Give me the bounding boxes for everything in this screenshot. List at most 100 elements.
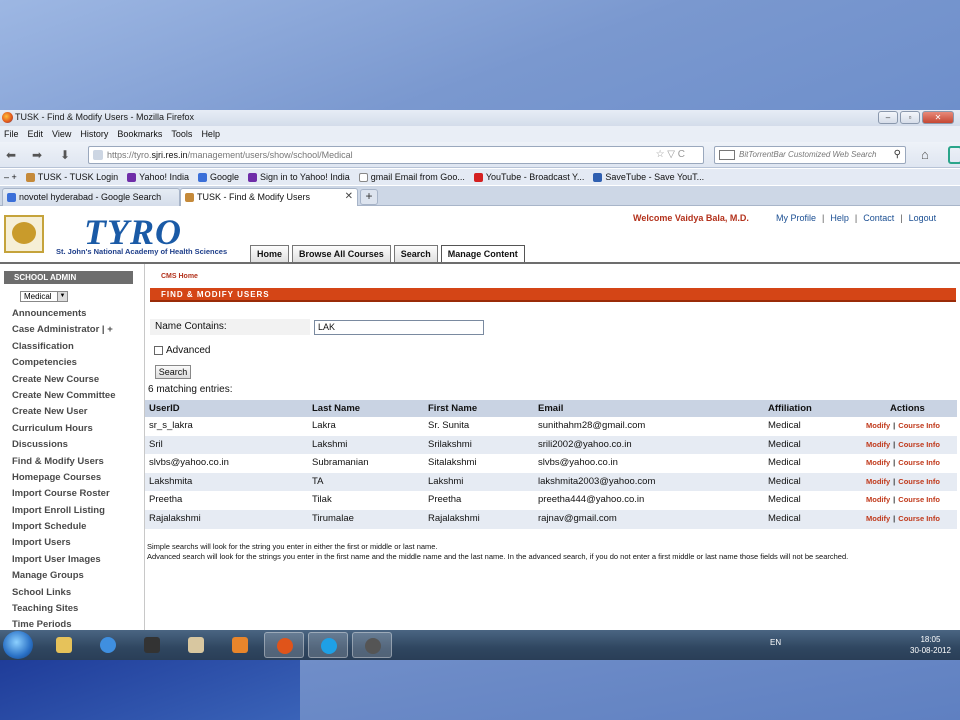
course-info-link[interactable]: Course Info xyxy=(898,421,940,430)
extension-icon[interactable] xyxy=(948,146,960,164)
system-clock[interactable]: 18:05 30-08-2012 xyxy=(910,634,951,656)
my-profile-link[interactable]: My Profile xyxy=(776,213,816,223)
sidebar-item-import-users[interactable]: Import Users xyxy=(12,535,115,551)
sidebar-item-create-new-user[interactable]: Create New User xyxy=(12,404,115,420)
close-tab-icon[interactable]: ✕ xyxy=(345,189,353,205)
url-bar[interactable]: https://tyro.sjri.res.in/management/user… xyxy=(88,146,704,164)
language-indicator[interactable]: EN xyxy=(770,638,781,647)
taskbar-ie[interactable] xyxy=(88,632,128,658)
bookmarks-menu-icon[interactable]: – + xyxy=(4,172,17,182)
taskbar-firefox[interactable] xyxy=(264,632,304,658)
sidebar-item-case-administrator[interactable]: Case Administrator | + xyxy=(12,322,115,338)
new-tab-button[interactable]: + xyxy=(360,189,378,205)
bookmark-item[interactable]: Sign in to Yahoo! India xyxy=(248,172,350,182)
name-contains-input[interactable]: LAK xyxy=(314,320,484,335)
modify-link[interactable]: Modify xyxy=(866,421,890,430)
bookmark-item[interactable]: gmail Email from Goo... xyxy=(358,172,465,182)
modify-link[interactable]: Modify xyxy=(866,477,890,486)
sidebar-item-import-enroll-listing[interactable]: Import Enroll Listing xyxy=(12,503,115,519)
menu-history[interactable]: History xyxy=(80,129,108,139)
column-header: Email xyxy=(538,403,564,414)
maximize-button[interactable]: ▫ xyxy=(900,111,920,124)
web-search-input[interactable]: BitTorrentBar Customized Web Search ⚲ xyxy=(714,146,906,164)
close-window-button[interactable]: ✕ xyxy=(922,111,954,124)
sidebar-item-create-new-committee[interactable]: Create New Committee xyxy=(12,388,115,404)
site-identity-icon[interactable] xyxy=(93,150,103,160)
home-icon[interactable]: ⌂ xyxy=(921,147,929,162)
sidebar-item-import-schedule[interactable]: Import Schedule xyxy=(12,519,115,535)
sidebar-item-import-course-roster[interactable]: Import Course Roster xyxy=(12,486,115,502)
window-title: TUSK - Find & Modify Users - Mozilla Fir… xyxy=(15,112,195,122)
sidebar-item-manage-groups[interactable]: Manage Groups xyxy=(12,568,115,584)
bookmark-item[interactable]: SaveTube - Save YouT... xyxy=(593,172,704,182)
modify-link[interactable]: Modify xyxy=(866,495,890,504)
download-icon[interactable]: ⬇ xyxy=(60,148,70,162)
taskbar-3g[interactable] xyxy=(352,632,392,658)
help-link[interactable]: Help xyxy=(830,213,849,223)
tab-find-modify-users[interactable]: TUSK - Find & Modify Users ✕ xyxy=(180,188,358,206)
nav-browse-all-courses[interactable]: Browse All Courses xyxy=(292,245,391,262)
course-info-link[interactable]: Course Info xyxy=(898,495,940,504)
search-engine-icon[interactable] xyxy=(719,150,735,160)
bookmark-item[interactable]: YouTube - Broadcast Y... xyxy=(473,172,584,182)
chevron-down-icon[interactable]: ▼ xyxy=(57,292,67,301)
modify-link[interactable]: Modify xyxy=(866,458,890,467)
bookmark-label: TUSK - TUSK Login xyxy=(37,172,119,182)
breadcrumb[interactable]: CMS Home xyxy=(161,273,198,280)
menu-tools[interactable]: Tools xyxy=(171,129,192,139)
bookmark-item[interactable]: TUSK - TUSK Login xyxy=(25,172,119,182)
nav-manage-content[interactable]: Manage Content xyxy=(440,245,525,262)
menu-file[interactable]: File xyxy=(4,129,19,139)
course-info-link[interactable]: Course Info xyxy=(898,440,940,449)
cell-affiliation: Medical xyxy=(768,438,801,450)
sidebar-item-import-user-images[interactable]: Import User Images xyxy=(12,552,115,568)
sidebar-item-find-modify-users[interactable]: Find & Modify Users xyxy=(12,454,115,470)
menu-bookmarks[interactable]: Bookmarks xyxy=(117,129,162,139)
modify-link[interactable]: Modify xyxy=(866,440,890,449)
bookmark-label: Google xyxy=(210,172,240,182)
sidebar-item-classification[interactable]: Classification xyxy=(12,339,115,355)
sidebar-item-create-new-course[interactable]: Create New Course xyxy=(12,372,115,388)
cell-last-name: Subramanian xyxy=(312,457,369,469)
menu-edit[interactable]: Edit xyxy=(28,129,44,139)
bookmark-star-icon[interactable]: ☆ ▽ C xyxy=(656,147,685,163)
menu-help[interactable]: Help xyxy=(201,129,220,139)
logout-link[interactable]: Logout xyxy=(909,213,937,223)
contact-link[interactable]: Contact xyxy=(863,213,894,223)
course-info-link[interactable]: Course Info xyxy=(898,514,940,523)
minimize-button[interactable]: – xyxy=(878,111,898,124)
sidebar-item-teaching-sites[interactable]: Teaching Sites xyxy=(12,601,115,617)
back-icon[interactable]: ⬅ xyxy=(6,148,16,162)
sidebar-item-homepage-courses[interactable]: Homepage Courses xyxy=(12,470,115,486)
taskbar-skype[interactable] xyxy=(308,632,348,658)
sidebar-item-time-periods[interactable]: Time Periods xyxy=(12,617,115,630)
course-info-link[interactable]: Course Info xyxy=(898,477,940,486)
tab-google-search[interactable]: novotel hyderabad - Google Search xyxy=(2,188,180,206)
forward-icon[interactable]: ➡ xyxy=(32,148,42,162)
sidebar-item-announcements[interactable]: Announcements xyxy=(12,306,115,322)
course-info-link[interactable]: Course Info xyxy=(898,458,940,467)
nav-search[interactable]: Search xyxy=(393,245,438,262)
sidebar-item-curriculum-hours[interactable]: Curriculum Hours xyxy=(12,421,115,437)
sidebar-item-discussions[interactable]: Discussions xyxy=(12,437,115,453)
search-icon[interactable]: ⚲ xyxy=(894,147,901,163)
taskbar-media-player[interactable] xyxy=(220,632,260,658)
advanced-checkbox[interactable] xyxy=(154,346,163,355)
start-button[interactable] xyxy=(3,631,33,659)
sidebar-item-competencies[interactable]: Competencies xyxy=(12,355,115,371)
bookmark-item[interactable]: Google xyxy=(198,172,239,182)
table-row: Sril Lakshmi Srilakshmi srili2002@yahoo.… xyxy=(145,435,957,455)
search-button[interactable]: Search xyxy=(155,365,191,379)
bookmark-item[interactable]: Yahoo! India xyxy=(127,172,189,182)
taskbar-explorer[interactable] xyxy=(44,632,84,658)
taskbar-movie-maker[interactable] xyxy=(132,632,172,658)
menu-view[interactable]: View xyxy=(52,129,71,139)
school-select[interactable]: Medical ▼ xyxy=(20,291,68,302)
navigation-toolbar: ⬅ ➡ ⬇ https://tyro.sjri.res.in/managemen… xyxy=(0,142,960,168)
taskbar-paint[interactable] xyxy=(176,632,216,658)
search-placeholder: BitTorrentBar Customized Web Search xyxy=(739,150,877,159)
modify-link[interactable]: Modify xyxy=(866,514,890,523)
cell-last-name: Lakshmi xyxy=(312,438,348,450)
nav-home[interactable]: Home xyxy=(250,245,290,262)
sidebar-item-school-links[interactable]: School Links xyxy=(12,585,115,601)
